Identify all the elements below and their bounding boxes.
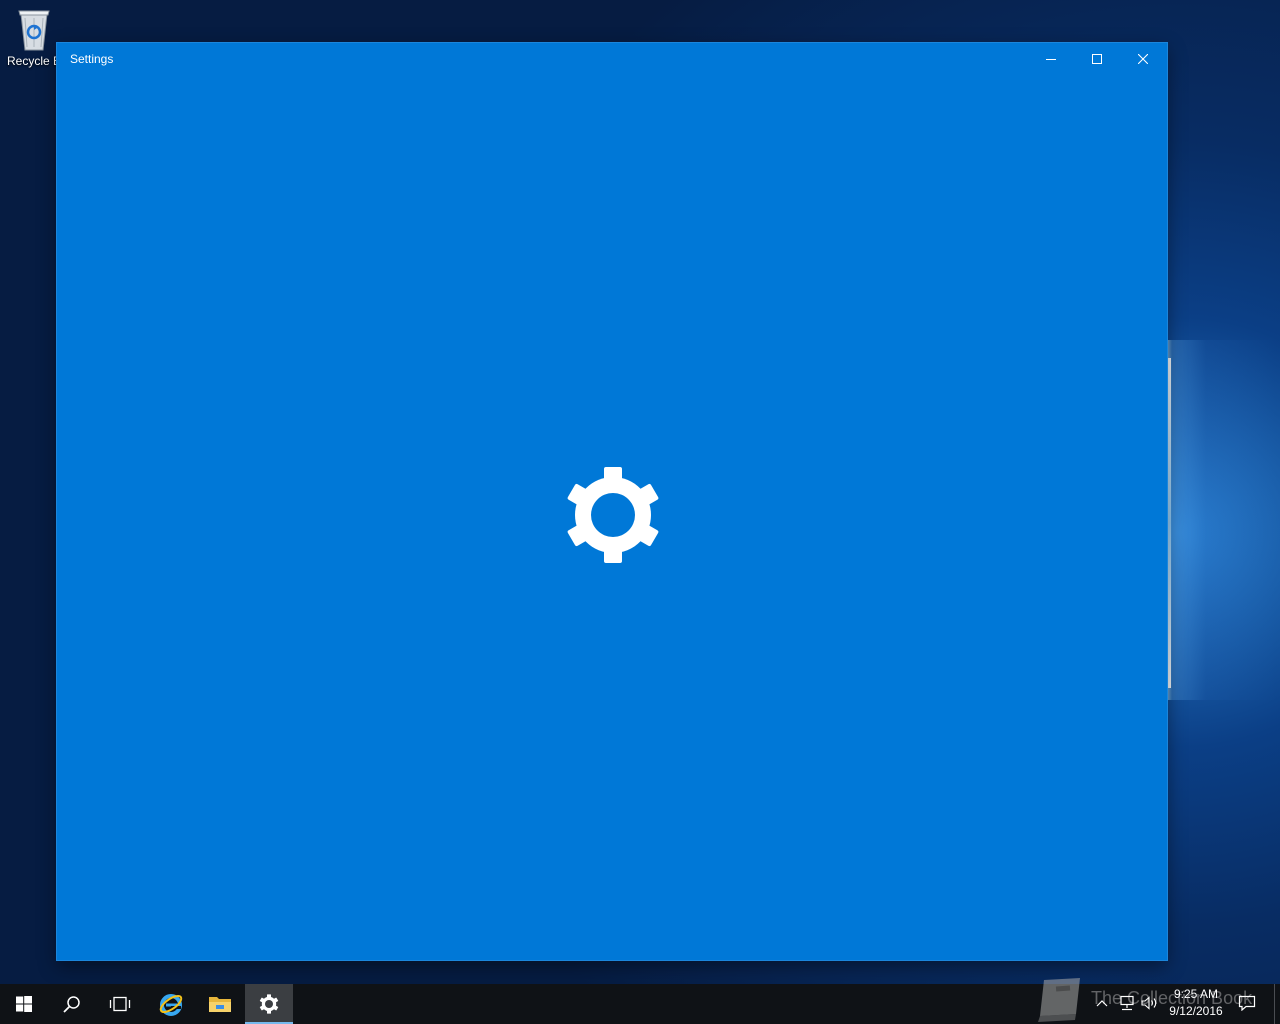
gear-icon xyxy=(567,467,659,563)
task-view-button[interactable] xyxy=(96,984,144,1024)
clock-date: 9/12/2016 xyxy=(1169,1004,1223,1018)
volume-button[interactable] xyxy=(1141,994,1159,1012)
show-hidden-icons-button[interactable] xyxy=(1093,994,1111,1012)
desktop-wallpaper-glow xyxy=(1166,340,1280,700)
show-desktop-button[interactable] xyxy=(1274,984,1275,1024)
minimize-button[interactable] xyxy=(1028,43,1074,74)
windows-logo-icon xyxy=(16,996,32,1012)
settings-taskbar-button[interactable] xyxy=(245,984,293,1024)
gear-icon xyxy=(259,994,279,1014)
internet-explorer-icon xyxy=(159,994,183,1016)
network-button[interactable] xyxy=(1118,994,1136,1012)
start-button[interactable] xyxy=(0,984,48,1024)
window-titlebar[interactable]: Settings xyxy=(57,43,1167,74)
close-button[interactable] xyxy=(1120,43,1166,74)
internet-explorer-button[interactable] xyxy=(147,984,195,1024)
clock-time: 9:25 AM xyxy=(1173,987,1219,1001)
window-title: Settings xyxy=(70,52,114,66)
recycle-bin-icon xyxy=(18,10,50,51)
file-explorer-button[interactable] xyxy=(196,984,244,1024)
folder-icon xyxy=(209,997,231,1012)
task-view-icon xyxy=(109,996,131,1012)
close-icon xyxy=(1138,53,1148,64)
search-icon xyxy=(63,996,80,1013)
maximize-button[interactable] xyxy=(1074,43,1120,74)
settings-window: Settings xyxy=(57,43,1167,960)
clock[interactable]: 9:25 AM 9/12/2016 xyxy=(1160,986,1232,1020)
desktop-icon-recycle-bin[interactable]: Recycle Bin xyxy=(4,6,71,76)
volume-icon xyxy=(1141,996,1157,1010)
maximize-icon xyxy=(1092,53,1102,64)
minimize-icon xyxy=(1046,58,1056,60)
search-button[interactable] xyxy=(48,984,96,1024)
desktop-icon-label: Recycle Bin xyxy=(7,54,71,68)
action-center-button[interactable] xyxy=(1238,994,1256,1012)
book-watermark-icon xyxy=(1038,978,1080,1022)
network-icon xyxy=(1120,995,1134,1011)
chevron-up-icon xyxy=(1096,1000,1108,1007)
notification-icon xyxy=(1238,995,1256,1011)
